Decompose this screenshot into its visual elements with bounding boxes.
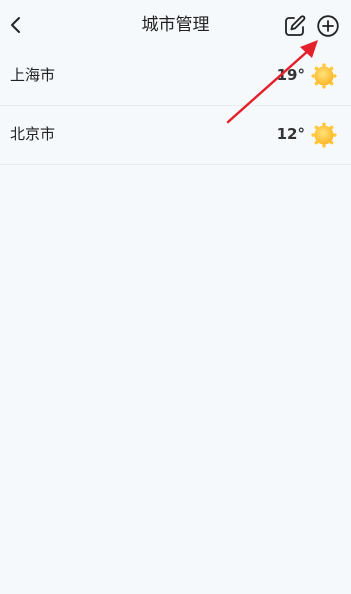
city-name: 上海市 (10, 66, 56, 84)
add-city-button[interactable] (316, 14, 340, 38)
city-name: 北京市 (10, 125, 56, 143)
sun-icon (311, 63, 337, 89)
sun-icon (311, 122, 337, 148)
plus-circle-icon (317, 15, 339, 37)
city-row[interactable]: 上海市 19° (0, 47, 351, 106)
top-bar: 城市管理 (0, 0, 351, 50)
city-temperature: 12° (276, 125, 305, 143)
city-list: 上海市 19° 北京市 12° (0, 47, 351, 165)
edit-icon (285, 15, 306, 36)
city-row[interactable]: 北京市 12° (0, 106, 351, 165)
edit-button[interactable] (283, 14, 307, 38)
city-temperature: 19° (276, 66, 305, 84)
